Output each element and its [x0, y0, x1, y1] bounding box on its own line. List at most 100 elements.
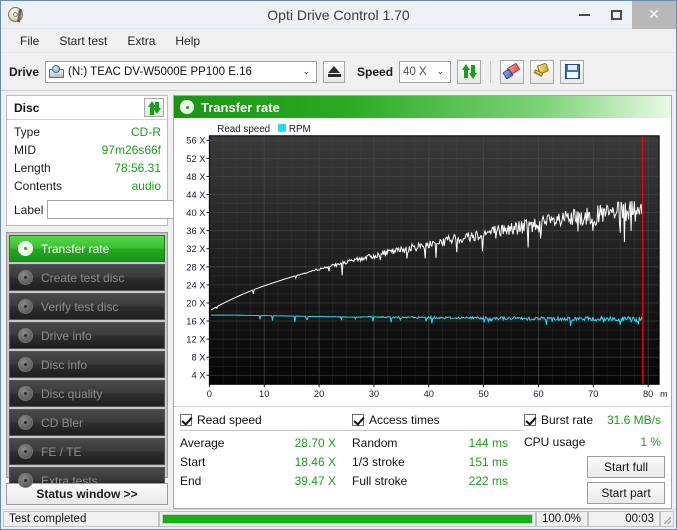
save-button[interactable] — [560, 59, 585, 84]
disc-label-row: Label — [7, 197, 248, 225]
read-speed-checkbox[interactable] — [180, 414, 192, 426]
result-key: End — [180, 474, 202, 488]
burst-rate-title: Burst rate — [541, 413, 594, 427]
progress-track — [162, 514, 533, 524]
start-full-button[interactable]: Start full — [587, 456, 665, 478]
disc-row-key: Length — [14, 161, 51, 175]
chart-svg: 4 X 8 X 12 X 16 X 20 X 24 X 28 X 32 X 36 X 40 X 44… — [186, 124, 667, 399]
sidebar-item-label: Transfer rate — [41, 241, 110, 256]
svg-text:40: 40 — [424, 389, 434, 399]
application-window: Opti Drive Control 1.70 ✕ File Start tes… — [0, 0, 677, 530]
disc-test-icon — [18, 328, 33, 343]
result-key: Random — [352, 436, 398, 450]
disc-test-icon — [18, 299, 33, 314]
speed-select[interactable]: 40 X ⌄ — [399, 60, 452, 83]
svg-text:24 X: 24 X — [186, 280, 206, 290]
svg-text:32 X: 32 X — [186, 244, 206, 254]
access-times-checkbox[interactable] — [352, 414, 364, 426]
result-value: 39.47 X — [294, 474, 336, 488]
result-key: Average — [180, 436, 225, 450]
disc-test-icon — [18, 415, 33, 430]
result-row-random: Random 144 ms — [352, 434, 524, 453]
status-window-button[interactable]: Status window >> — [6, 483, 168, 505]
sidebar-item-label: Drive info — [41, 328, 92, 343]
menu-item-start-test[interactable]: Start test — [50, 31, 116, 51]
result-value: 1 % — [640, 435, 661, 449]
menu-item-help[interactable]: Help — [166, 31, 209, 51]
svg-text:50: 50 — [478, 389, 488, 399]
maximize-button[interactable] — [600, 1, 632, 29]
disc-test-icon — [18, 270, 33, 285]
eject-button[interactable] — [323, 60, 346, 83]
result-value: 144 ms — [468, 436, 508, 450]
result-key: Start — [180, 455, 206, 469]
chart-container: 4 X 8 X 12 X 16 X 20 X 24 X 28 X 32 X 36 X 40 X 44… — [174, 118, 671, 406]
disc-refresh-button[interactable] — [144, 98, 164, 117]
sidebar-item-create-test-disc[interactable]: Create test disc — [9, 264, 165, 291]
sidebar-item-label: Disc quality — [41, 386, 103, 401]
result-row-average: Average 28.70 X — [180, 434, 352, 453]
disc-row-mid: MID 97m26s66f — [14, 141, 161, 159]
toolbar: Drive (N:) TEAC DV-W5000E PP100 E.16 ⌄ S… — [1, 53, 676, 91]
menu-item-file[interactable]: File — [11, 31, 48, 51]
minimize-icon — [578, 13, 590, 16]
minimize-button[interactable] — [568, 1, 600, 29]
eject-icon — [327, 66, 341, 77]
disc-row-key: MID — [14, 143, 36, 157]
disc-row-key: Type — [14, 125, 41, 139]
read-speed-results: Read speed Average 28.70 X Start 18.46 X… — [180, 413, 352, 504]
plug-icon — [533, 62, 550, 79]
disc-test-icon — [18, 444, 33, 459]
optical-drive-icon — [49, 64, 65, 79]
menu-item-extra[interactable]: Extra — [118, 31, 164, 51]
svg-text:4 X: 4 X — [191, 371, 206, 381]
drive-select[interactable]: (N:) TEAC DV-W5000E PP100 E.16 ⌄ — [45, 60, 318, 83]
disc-row-value: audio — [131, 179, 161, 193]
sidebar-item-drive-info[interactable]: Drive info — [9, 322, 165, 349]
body: Disc Type CD-R MID 97m26s66f Length 78:5… — [1, 91, 676, 509]
progress-fill — [163, 515, 532, 523]
start-part-button[interactable]: Start part — [587, 482, 665, 504]
panel-header: Transfer rate — [174, 96, 671, 118]
sidebar-item-cd-bler[interactable]: CD Bler — [9, 409, 165, 436]
sidebar-item-label: FE / TE — [41, 444, 82, 459]
progress-percent-label: 100.0% — [536, 511, 588, 527]
speed-select-value: 40 X — [403, 65, 427, 78]
refresh-icon — [147, 101, 161, 115]
sidebar-item-fe-te[interactable]: FE / TE — [9, 438, 165, 465]
resize-grip[interactable] — [660, 511, 674, 527]
sidebar: Disc Type CD-R MID 97m26s66f Length 78:5… — [1, 91, 248, 509]
burst-rate-checkbox[interactable] — [524, 414, 536, 426]
elapsed-time-label: 00:03 — [588, 511, 660, 527]
sidebar-item-verify-test-disc[interactable]: Verify test disc — [9, 293, 165, 320]
transfer-rate-panel: Transfer rate 4 X 8 X 12 X 16 X 20 X 24 X 28 X… — [173, 95, 672, 509]
save-icon — [564, 64, 580, 79]
result-row-end: End 39.47 X — [180, 472, 352, 491]
bus-encoder-button[interactable] — [530, 59, 555, 84]
svg-text:20 X: 20 X — [186, 298, 206, 308]
disc-panel-header: Disc — [7, 96, 167, 120]
disc-row-value: 78:56.31 — [114, 161, 161, 175]
sidebar-item-disc-info[interactable]: Disc info — [9, 351, 165, 378]
access-times-title: Access times — [369, 413, 440, 427]
refresh-button[interactable] — [457, 59, 482, 84]
disc-test-icon — [18, 357, 33, 372]
svg-text:48 X: 48 X — [186, 172, 206, 182]
refresh-icon — [461, 64, 477, 79]
erase-button[interactable] — [500, 59, 525, 84]
result-row-start: Start 18.46 X — [180, 453, 352, 472]
disc-info-panel: Disc Type CD-R MID 97m26s66f Length 78:5… — [6, 95, 248, 226]
progress-bar — [159, 511, 536, 527]
sidebar-item-transfer-rate[interactable]: Transfer rate — [9, 235, 165, 262]
svg-text:12 X: 12 X — [186, 335, 206, 345]
close-button[interactable]: ✕ — [632, 0, 676, 29]
sidebar-item-disc-quality[interactable]: Disc quality — [9, 380, 165, 407]
burst-rate-header: Burst rate 31.6 MB/s — [524, 413, 665, 430]
result-key: 1/3 stroke — [352, 455, 405, 469]
svg-text:20: 20 — [314, 389, 324, 399]
svg-text:min: min — [660, 389, 667, 399]
svg-text:60: 60 — [533, 389, 543, 399]
chevron-down-icon: ⌄ — [436, 66, 445, 76]
transfer-rate-chart[interactable]: 4 X 8 X 12 X 16 X 20 X 24 X 28 X 32 X 36 X 40 X 44… — [176, 120, 667, 406]
test-navigation: Transfer rate Create test disc Verify te… — [6, 232, 168, 504]
